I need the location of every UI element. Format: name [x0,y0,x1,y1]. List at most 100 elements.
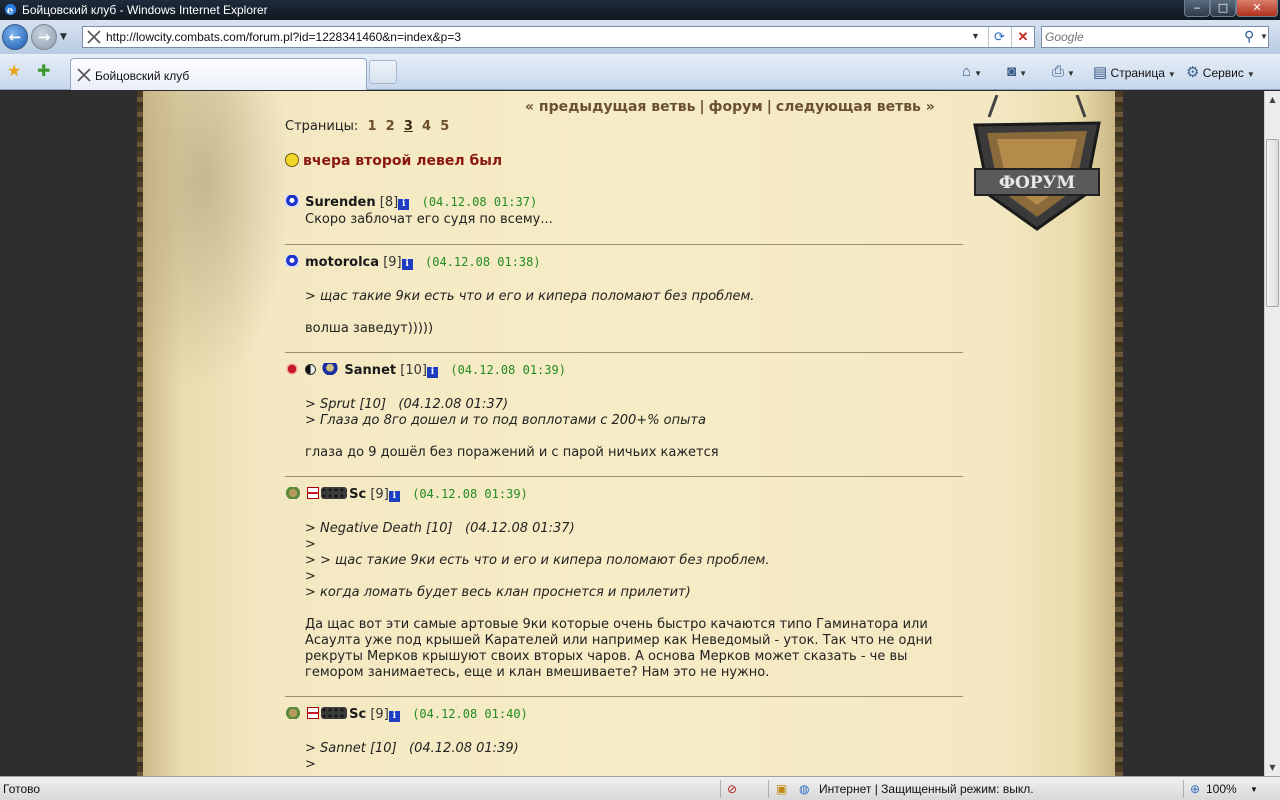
tab-bar: ★ ✚ Бойцовский клуб ⌂ ▼ ◙ ▼ ⎙ ▼ ▤ Страница ▼… [0,54,1280,90]
post-header: Sc [9] i (04.12.08 01:39) [285,487,963,502]
post-author[interactable]: Sannet [344,363,396,378]
rss-icon: ◙ [1007,63,1017,80]
feather-decoration [143,91,293,391]
page-menu[interactable]: ▤ Страница ▼ [1093,63,1176,81]
add-favorite-icon[interactable]: ✚ [37,61,50,80]
post-date: (04.12.08 01:39) [450,363,566,377]
prev-thread-link[interactable]: « предыдущая ветвь [525,99,695,115]
minimize-button[interactable]: ‒ [1184,0,1210,17]
home-icon: ⌂ [962,63,972,80]
post-level: [9] [370,487,389,502]
tools-menu-label: Сервис [1202,66,1244,80]
post-date: (04.12.08 01:37) [421,195,538,209]
favorites-star-icon[interactable]: ★ [7,61,21,80]
next-thread-link[interactable]: следующая ветвь » [776,99,935,115]
scroll-thumb[interactable] [1266,139,1279,307]
post-author[interactable]: Surenden [305,195,375,210]
clan-emblem-icon [285,487,301,499]
post-date: (04.12.08 01:38) [425,255,541,269]
history-dropdown-icon[interactable]: ▼ [60,32,67,42]
forum-post: Surenden [8] i (04.12.08 01:37) Скоро заб… [285,195,963,228]
scroll-down-icon[interactable]: ▼ [1267,763,1278,772]
post-header: Surenden [8] i (04.12.08 01:37) [285,195,963,210]
print-button[interactable]: ⎙ ▼ [1052,63,1075,80]
maximize-button[interactable]: □ [1210,0,1236,17]
post-header: Sannet [10] i (04.12.08 01:39) [285,363,963,378]
popup-blocker-icon[interactable]: ⊘ [727,782,737,796]
align-skull-icon [322,363,339,375]
search-input[interactable] [1045,29,1235,45]
page-link-1[interactable]: 1 [367,119,376,134]
forum-logo-icon[interactable]: ФОРУМ [967,95,1107,235]
page-link-4[interactable]: 4 [422,119,431,134]
page-link-3-current[interactable]: 3 [404,119,413,134]
post-quote-line: > Глаза до 8го дошел и то под воплотами … [305,413,706,428]
post-body: > щас такие 9ки есть что и его и кипера … [305,272,963,337]
vertical-scrollbar[interactable]: ▲ ▼ [1264,91,1280,776]
thread-navigation: « предыдущая ветвь | форум | следующая ветвь… [525,99,945,115]
home-button[interactable]: ⌂ ▼ [962,63,982,80]
new-tab-button[interactable] [369,60,397,84]
zoom-dropdown-icon[interactable]: ▼ [1250,785,1258,794]
post-author[interactable]: Sc [349,707,366,722]
post-author[interactable]: motorolca [305,255,379,270]
address-dropdown-icon[interactable]: ▼ [971,31,980,41]
post-date: (04.12.08 01:40) [412,707,528,721]
post-line: Да щас вот эти самые артовые 9ки которые… [305,617,928,632]
forward-button[interactable]: → [31,24,57,50]
close-button[interactable]: ✕ [1236,0,1278,17]
tools-menu[interactable]: ⚙ Сервис ▼ [1186,63,1255,81]
tab-active[interactable]: Бойцовский клуб [70,58,367,90]
feeds-button[interactable]: ◙ ▼ [1007,63,1027,80]
align-mask-icon [285,195,299,207]
post-quote-line: > когда ломать будет весь клан проснется… [305,585,691,600]
info-icon[interactable]: i [426,367,438,378]
post-line: Асаулта уже под крышей Карателей или нап… [305,633,933,648]
post-line: Скоро заблочат его судя по всему... [305,212,553,227]
window-title: Бойцовский клуб - Windows Internet Explo… [22,3,268,17]
site-favicon-icon [77,68,91,82]
info-icon[interactable]: i [388,711,400,722]
page-link-2[interactable]: 2 [386,119,395,134]
info-icon[interactable]: i [388,491,400,502]
flag-icon [307,707,320,719]
parchment-edge-right [1115,91,1123,776]
stop-icon[interactable]: ✕ [1011,27,1034,47]
post-body: > Negative Death [10] (04.12.08 01:37) >… [305,504,963,681]
post-divider [285,352,963,353]
post-level: [8] [379,195,399,210]
page-menu-label: Страница [1110,66,1165,80]
info-icon[interactable]: i [398,199,410,210]
forum-post: Sannet [10] i (04.12.08 01:39) > Sprut [1… [285,363,963,461]
status-bar: Готово ⊘ ▣ ◍ Интернет | Защищенный режим… [0,776,1280,800]
search-icon[interactable]: ⚲ [1244,28,1254,45]
search-box[interactable]: ⚲ ▼ [1041,26,1269,48]
forum-logo-text: ФОРУМ [999,173,1076,193]
pages-label: Страницы: [285,119,359,134]
search-dropdown-icon[interactable]: ▼ [1260,32,1268,41]
forum-post: motorolca [9] i (04.12.08 01:38) > щас та… [285,255,963,337]
scroll-up-icon[interactable]: ▲ [1267,95,1278,104]
zoom-icon: ⊕ [1190,782,1201,796]
post-quote-line: > Negative Death [10] (04.12.08 01:37) [305,521,575,536]
post-quote-line: > [305,757,316,772]
forum-link[interactable]: форум [709,99,763,115]
security-zone-text[interactable]: Интернет | Защищенный режим: выкл. [819,782,1034,796]
page-link-5[interactable]: 5 [440,119,449,134]
post-author[interactable]: Sc [349,487,366,502]
address-field[interactable]: http://lowcity.combats.com/forum.pl?id=1… [82,26,1035,48]
info-icon[interactable]: i [401,259,413,270]
protected-mode-icon[interactable]: ▣ [776,782,787,796]
globe-icon: ◍ [799,782,810,796]
align-mask-icon [285,255,299,267]
post-body: Скоро заблочат его судя по всему... [305,212,963,228]
post-date: (04.12.08 01:39) [412,487,528,501]
url-text[interactable]: http://lowcity.combats.com/forum.pl?id=1… [106,30,461,44]
refresh-icon[interactable]: ⟳ [988,27,1010,47]
back-button[interactable]: ← [2,24,28,50]
post-quote-line: > > щас такие 9ки есть что и его и кипер… [305,553,770,568]
svg-text:e: e [7,4,14,16]
tab-label: Бойцовский клуб [95,69,190,83]
nav-separator: | [699,99,705,115]
zoom-level[interactable]: 100% [1206,782,1237,796]
